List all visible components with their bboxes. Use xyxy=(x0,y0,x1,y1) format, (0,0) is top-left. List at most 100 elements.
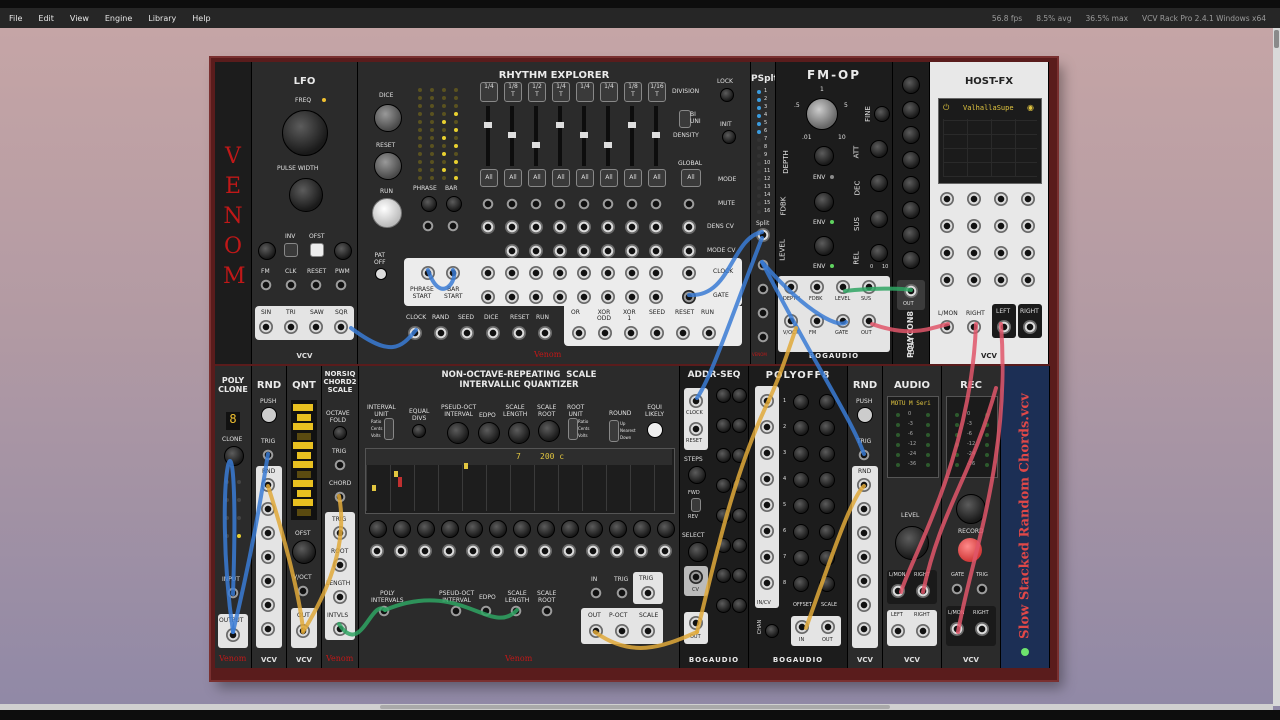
interval-cv-jack-9[interactable] xyxy=(562,544,576,558)
clock-global-jack[interactable] xyxy=(682,266,696,280)
random-out-jack-1[interactable] xyxy=(857,478,871,492)
inv-button[interactable] xyxy=(284,243,298,257)
rx-bottom-jack-5[interactable] xyxy=(512,326,526,340)
rnd1-push-button[interactable] xyxy=(261,407,277,423)
root-jack[interactable] xyxy=(333,558,347,572)
record-button[interactable] xyxy=(958,538,982,562)
density-slider-handle-8[interactable] xyxy=(652,132,660,138)
density-slider-handle-5[interactable] xyxy=(580,132,588,138)
vertical-scrollbar[interactable] xyxy=(1273,28,1280,706)
root-unit-switch[interactable] xyxy=(568,418,578,440)
dens-cv-global-jack[interactable] xyxy=(682,220,696,234)
rec-right-jack[interactable] xyxy=(975,622,989,636)
density-slider-1[interactable] xyxy=(486,106,490,166)
dec-knob[interactable] xyxy=(870,174,888,192)
hostfx-param-jack[interactable] xyxy=(967,192,981,206)
polyoff-scale-knob-8[interactable] xyxy=(819,576,835,592)
density-slider-handle-1[interactable] xyxy=(484,122,492,128)
addr-step-knob-3[interactable] xyxy=(716,448,731,463)
audio-left-out-jack[interactable] xyxy=(891,624,905,638)
polycon-channel-knob-7[interactable] xyxy=(902,226,920,244)
depth-knob[interactable] xyxy=(814,146,834,166)
density-slider-3[interactable] xyxy=(534,106,538,166)
scale-key-9[interactable] xyxy=(293,480,313,487)
chan-knob[interactable] xyxy=(765,624,779,638)
polyoff-scale-knob-7[interactable] xyxy=(819,550,835,566)
fm-atten-knob[interactable] xyxy=(258,242,276,260)
dens-cv-jack-6[interactable] xyxy=(601,220,615,234)
split-out-4-jack[interactable] xyxy=(756,330,770,344)
clock-out-jack-8[interactable] xyxy=(649,266,663,280)
rx-bottom2-jack-3[interactable] xyxy=(624,326,638,340)
global-mode-button[interactable]: All xyxy=(681,169,701,187)
hostfx-param-jack[interactable] xyxy=(940,246,954,260)
phrase-jack[interactable] xyxy=(421,219,435,233)
rx-bottom2-jack-2[interactable] xyxy=(598,326,612,340)
scale-length-cv-jack[interactable] xyxy=(509,604,523,618)
addr-step-knob-14[interactable] xyxy=(732,538,747,553)
norsiq-trig-jack[interactable] xyxy=(333,458,347,472)
rx-bottom-jack-2[interactable] xyxy=(434,326,448,340)
density-slider-handle-6[interactable] xyxy=(604,142,612,148)
polyoff-out-jack[interactable] xyxy=(821,620,835,634)
interval-cv-jack-5[interactable] xyxy=(466,544,480,558)
interval-cv-jack-11[interactable] xyxy=(610,544,624,558)
rec-gate-jack[interactable] xyxy=(950,582,964,596)
interval-knob-12[interactable] xyxy=(633,520,651,538)
polycon-channel-knob-5[interactable] xyxy=(902,176,920,194)
hostfx-left-out-jack[interactable] xyxy=(997,320,1011,334)
rec-gain-knob[interactable] xyxy=(956,494,986,524)
polyoff-offset-knob-7[interactable] xyxy=(793,550,809,566)
mode-cv-jack-8[interactable] xyxy=(649,244,663,258)
polycon-channel-knob-4[interactable] xyxy=(902,151,920,169)
gate-out-jack-1[interactable] xyxy=(481,290,495,304)
random-out-jack-3[interactable] xyxy=(857,526,871,540)
octave-fold-button[interactable] xyxy=(333,426,347,440)
scale-key-10[interactable] xyxy=(297,489,311,497)
gate-out-jack-2[interactable] xyxy=(505,290,519,304)
audio-right-jack[interactable] xyxy=(916,584,930,598)
rx-bottom-jack-1[interactable] xyxy=(408,326,422,340)
random-out-jack-4[interactable] xyxy=(261,550,275,564)
dens-cv-jack-7[interactable] xyxy=(625,220,639,234)
ratio-knob[interactable] xyxy=(806,98,838,130)
tri-out-jack[interactable] xyxy=(284,320,298,334)
hostfx-param-jack[interactable] xyxy=(994,219,1008,233)
qnt-ofst-knob[interactable] xyxy=(292,540,316,564)
addr-step-knob-16[interactable] xyxy=(732,598,747,613)
level-knob[interactable] xyxy=(814,236,834,256)
menu-view[interactable]: View xyxy=(62,14,97,23)
clock-out-jack-2[interactable] xyxy=(505,266,519,280)
mute-button-7[interactable] xyxy=(625,197,639,211)
rx-bottom2-jack-5[interactable] xyxy=(676,326,690,340)
polycon-channel-knob-1[interactable] xyxy=(902,76,920,94)
mode-button-3[interactable]: All xyxy=(528,169,546,187)
hostfx-plugin-display[interactable]: ⏻ ValhallaSupe ◉ xyxy=(938,98,1042,184)
polyoff-offset-knob-8[interactable] xyxy=(793,576,809,592)
addr-step-knob-2[interactable] xyxy=(716,418,731,433)
mode-button-8[interactable]: All xyxy=(648,169,666,187)
random-out-jack-2[interactable] xyxy=(261,502,275,516)
clock-out-jack-5[interactable] xyxy=(577,266,591,280)
dens-cv-jack-5[interactable] xyxy=(577,220,591,234)
interval-cv-jack-6[interactable] xyxy=(490,544,504,558)
hostfx-right-jack[interactable] xyxy=(967,320,981,334)
edpo-cv-jack[interactable] xyxy=(479,604,493,618)
reset-button[interactable] xyxy=(374,152,402,180)
norsiq-trig-out-jack[interactable] xyxy=(333,526,347,540)
split-in-jack[interactable] xyxy=(756,228,770,242)
clock-out-jack-1[interactable] xyxy=(481,266,495,280)
mode-cv-jack-2[interactable] xyxy=(505,244,519,258)
qnt-out-jack[interactable] xyxy=(296,624,310,638)
pseud-oct-knob[interactable] xyxy=(447,422,469,444)
mode-button-6[interactable]: All xyxy=(600,169,618,187)
dens-cv-jack-2[interactable] xyxy=(505,220,519,234)
audio-device-display[interactable]: MOTU M Seri 0 -3 -6 -12 -24 -36 xyxy=(887,396,939,478)
polyoff-in-jack-1[interactable] xyxy=(760,394,774,408)
interval-cv-jack-10[interactable] xyxy=(586,544,600,558)
pwm-jack[interactable] xyxy=(334,278,348,292)
density-slider-6[interactable] xyxy=(606,106,610,166)
menu-help[interactable]: Help xyxy=(184,14,218,23)
interval-cv-jack-3[interactable] xyxy=(418,544,432,558)
scale-key-3[interactable] xyxy=(293,423,313,430)
